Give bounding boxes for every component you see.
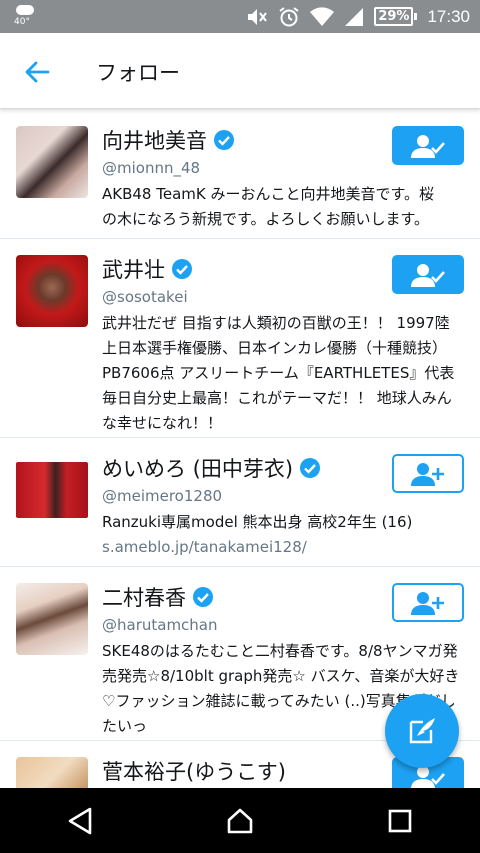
page-title: フォロー	[96, 61, 180, 85]
user-bio: Ranzuki専属model 熊本出身 高校2年生 (16)	[102, 513, 413, 531]
user-row[interactable]: 向井地美音 @mionnn_48 AKB48 TeamK みーおんこと向井地美音…	[0, 110, 480, 239]
follow-button[interactable]	[392, 583, 464, 622]
following-list: 向井地美音 @mionnn_48 AKB48 TeamK みーおんこと向井地美音…	[0, 110, 480, 788]
unfollow-button[interactable]	[392, 126, 464, 165]
wifi-icon	[310, 6, 335, 27]
mute-icon	[246, 7, 268, 27]
user-name[interactable]: 武井壮	[102, 254, 165, 284]
back-button[interactable]	[18, 53, 56, 91]
verified-badge-icon	[193, 587, 213, 607]
avatar[interactable]	[16, 583, 88, 655]
user-name[interactable]: 菅本裕子(ゆうこす)	[102, 756, 286, 786]
system-back-button[interactable]	[50, 796, 110, 846]
home-icon	[227, 808, 253, 833]
clock: 17:30	[427, 6, 470, 26]
user-row[interactable]: 武井壮 @sosotakei 武井壮だぜ 目指すは人類初の百獣の王！！ 1997…	[0, 239, 480, 438]
alarm-icon	[278, 6, 300, 28]
system-nav-bar	[0, 788, 480, 853]
user-name[interactable]: めいめろ (田中芽衣)	[102, 453, 293, 483]
back-triangle-icon	[68, 807, 92, 834]
unfollow-button[interactable]	[392, 255, 464, 294]
user-row[interactable]: めいめろ (田中芽衣) @meimero1280 Ranzuki専属model …	[0, 438, 480, 567]
compose-tweet-icon	[409, 718, 435, 744]
verified-badge-icon	[300, 458, 321, 478]
battery-icon: 29%	[374, 7, 418, 26]
user-plus-icon	[411, 462, 444, 486]
verified-badge-icon	[214, 130, 234, 150]
user-bio: 武井壮だぜ 目指すは人類初の百獣の王！！ 1997陸上日本選手権優勝、日本インカ…	[102, 314, 455, 432]
user-check-icon	[411, 765, 445, 788]
avatar[interactable]	[16, 462, 88, 518]
user-name[interactable]: 向井地美音	[102, 125, 207, 155]
verified-badge-icon	[172, 259, 192, 279]
signal-icon	[344, 7, 364, 27]
user-bio: AKB48 TeamK みーおんこと向井地美音です。桜の木になろう新規です。よろ…	[102, 185, 434, 228]
app-bar: フォロー	[0, 33, 480, 109]
user-website-link[interactable]: s.ameblo.jp/tanakamei128/	[102, 535, 466, 560]
system-recents-button[interactable]	[370, 796, 430, 846]
user-plus-icon	[411, 591, 444, 615]
follow-button[interactable]	[392, 454, 464, 493]
status-bar: 40° 29% 17:30	[0, 0, 480, 33]
user-check-icon	[411, 263, 445, 287]
system-home-button[interactable]	[210, 796, 270, 846]
user-name[interactable]: 二村春香	[102, 582, 186, 612]
recents-icon	[388, 809, 412, 832]
weather-widget: 40°	[14, 3, 36, 29]
user-check-icon	[411, 134, 445, 158]
battery-level: 29%	[374, 7, 414, 26]
arrow-left-icon	[25, 61, 50, 83]
avatar[interactable]	[16, 255, 88, 327]
avatar[interactable]	[16, 757, 88, 788]
avatar[interactable]	[16, 126, 88, 198]
compose-tweet-button[interactable]	[385, 694, 459, 768]
weather-cloud-icon	[16, 5, 34, 15]
temperature: 40°	[14, 17, 30, 27]
